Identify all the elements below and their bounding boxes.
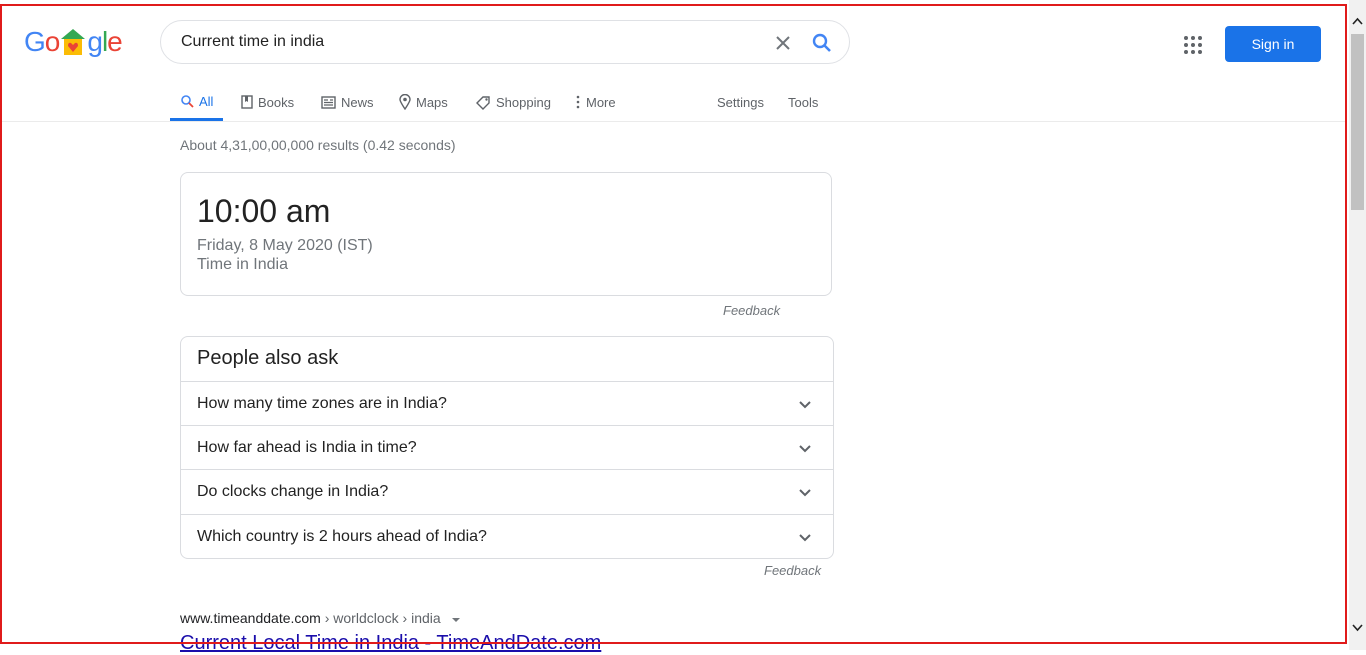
tab-maps[interactable]: Maps bbox=[399, 84, 448, 120]
chevron-down-icon bbox=[799, 401, 811, 409]
paa-feedback-link[interactable]: Feedback bbox=[764, 563, 821, 578]
more-vert-icon bbox=[576, 95, 580, 109]
tab-books-label: Books bbox=[258, 94, 295, 110]
result-domain: www.timeanddate.com bbox=[180, 610, 321, 626]
google-logo[interactable]: G o g l e bbox=[24, 26, 123, 58]
chevron-down-icon bbox=[799, 489, 811, 497]
chevron-down-icon bbox=[799, 534, 811, 542]
news-icon bbox=[321, 95, 336, 109]
logo-letter-o: o bbox=[44, 26, 61, 57]
paa-question-4[interactable]: Which country is 2 hours ahead of India? bbox=[181, 514, 833, 559]
result-stats: About 4,31,00,00,000 results (0.42 secon… bbox=[180, 137, 456, 153]
result-title-link[interactable]: Current Local Time in India - TimeAndDat… bbox=[180, 632, 601, 655]
tab-news[interactable]: News bbox=[321, 84, 374, 120]
sign-in-button[interactable]: Sign in bbox=[1225, 26, 1321, 62]
tab-all-label: All bbox=[199, 93, 214, 109]
search-icon bbox=[181, 95, 194, 108]
current-date: Friday, 8 May 2020 (IST) bbox=[197, 237, 373, 254]
tab-books[interactable]: Books bbox=[241, 84, 294, 120]
paa-question-text: How far ahead is India in time? bbox=[197, 439, 417, 456]
tag-icon bbox=[476, 95, 490, 110]
people-also-ask: People also ask How many time zones are … bbox=[180, 336, 834, 559]
tab-maps-label: Maps bbox=[416, 94, 448, 110]
result-breadcrumb: › worldclock › india bbox=[320, 610, 441, 626]
vertical-scrollbar[interactable] bbox=[1349, 0, 1366, 650]
time-answer-card: 10:00 am Friday, 8 May 2020 (IST) Time i… bbox=[180, 172, 832, 296]
paa-question-2[interactable]: How far ahead is India in time? bbox=[181, 425, 833, 470]
tab-shopping-label: Shopping bbox=[496, 94, 551, 110]
settings-link[interactable]: Settings bbox=[717, 84, 764, 120]
scroll-down-icon[interactable] bbox=[1352, 622, 1363, 633]
logo-letter-e: e bbox=[107, 26, 123, 57]
map-pin-icon bbox=[399, 94, 411, 110]
chevron-down-icon bbox=[799, 445, 811, 453]
tab-more-label: More bbox=[586, 94, 616, 110]
house-doodle-icon bbox=[60, 27, 86, 57]
paa-question-3[interactable]: Do clocks change in India? bbox=[181, 469, 833, 514]
clear-icon[interactable] bbox=[773, 33, 793, 53]
tools-link[interactable]: Tools bbox=[788, 84, 818, 120]
search-box[interactable] bbox=[160, 20, 850, 64]
paa-question-1[interactable]: How many time zones are in India? bbox=[181, 381, 833, 426]
tab-all[interactable]: All bbox=[170, 84, 224, 121]
paa-question-text: How many time zones are in India? bbox=[197, 395, 447, 412]
search-icon[interactable] bbox=[811, 32, 833, 54]
tabs-divider bbox=[0, 121, 1347, 122]
tab-more[interactable]: More bbox=[575, 84, 616, 120]
tab-news-label: News bbox=[341, 94, 374, 110]
result-url[interactable]: www.timeanddate.com › worldclock › india bbox=[180, 610, 461, 626]
paa-question-text: Which country is 2 hours ahead of India? bbox=[197, 528, 487, 545]
scroll-thumb[interactable] bbox=[1351, 34, 1364, 210]
book-icon bbox=[241, 95, 253, 109]
apps-grid-icon[interactable] bbox=[1183, 35, 1203, 55]
current-time: 10:00 am bbox=[197, 193, 331, 229]
logo-letter-g2: g bbox=[87, 26, 103, 57]
caret-down-icon bbox=[451, 618, 460, 622]
search-input[interactable] bbox=[181, 33, 741, 51]
paa-question-text: Do clocks change in India? bbox=[197, 483, 389, 500]
time-location: Time in India bbox=[197, 256, 288, 273]
paa-title: People also ask bbox=[197, 347, 339, 369]
search-tabs: All Books News Maps Shopping More Settin… bbox=[170, 84, 830, 122]
scroll-up-icon[interactable] bbox=[1352, 16, 1363, 27]
time-card-feedback-link[interactable]: Feedback bbox=[723, 303, 780, 318]
tab-shopping[interactable]: Shopping bbox=[476, 84, 551, 120]
logo-letter-g: G bbox=[24, 26, 46, 57]
